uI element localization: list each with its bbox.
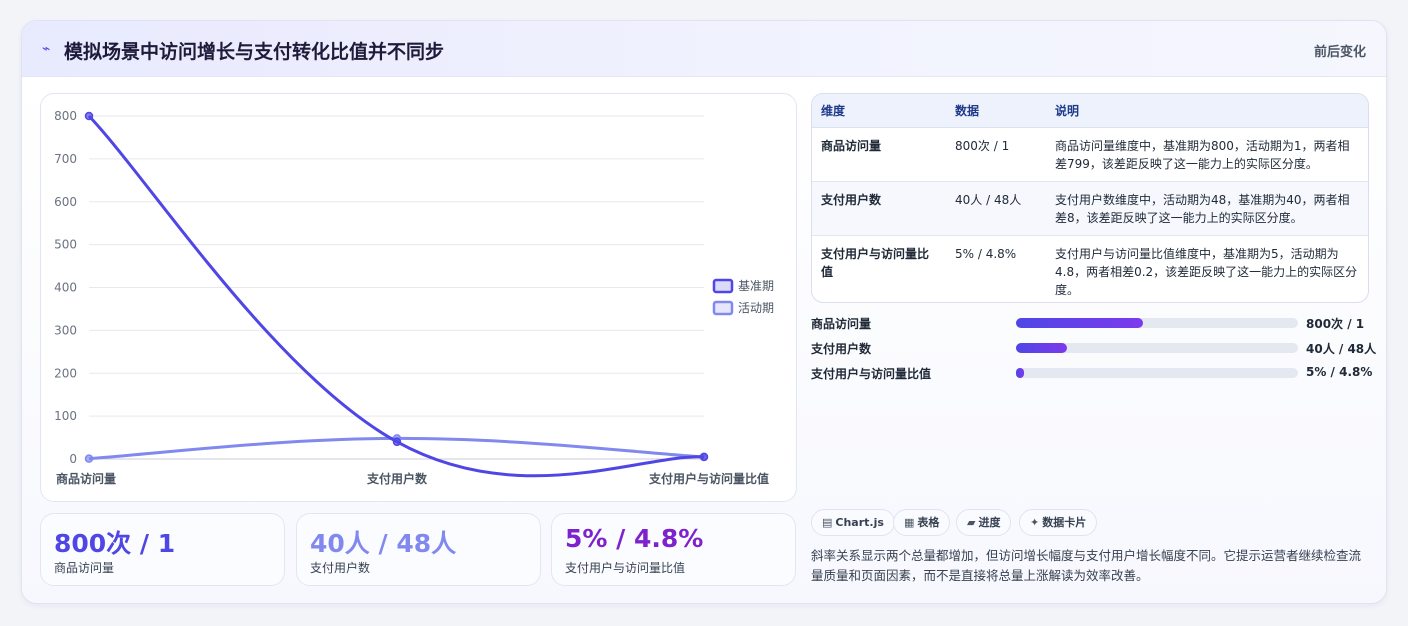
table-header-data: 数据: [946, 94, 1046, 128]
header-badge: 前后变化: [1313, 45, 1366, 60]
kpi-value: 5% / 4.8%: [565, 524, 704, 553]
tag-chartjs[interactable]: ▤ Chart.js: [811, 509, 895, 536]
progress-label: 商品访问量: [811, 317, 872, 331]
x-tick-label: 支付用户与访问量比值: [648, 471, 769, 486]
y-tick-label: 100: [54, 409, 77, 423]
kpi-label: 商品访问量: [54, 561, 115, 575]
series-line-baseline: [87, 114, 705, 478]
card-header: ⌁ 模拟场景中访问增长与支付转化比值并不同步 前后变化: [22, 21, 1386, 77]
table-header-dimension: 维度: [812, 94, 946, 128]
y-tick-label: 500: [54, 238, 77, 252]
y-tick-label: 0: [69, 452, 77, 466]
y-tick-label: 800: [54, 109, 77, 123]
kpi-label: 支付用户数: [310, 561, 371, 575]
table-row: 支付用户数 40人 / 48人 支付用户数维度中，活动期为48，基准期为40，两…: [812, 181, 1368, 236]
progress-fill: [1016, 343, 1067, 353]
table-header-description: 说明: [1046, 94, 1368, 128]
table-cell-data: 800次 / 1: [946, 127, 1046, 182]
y-tick-label: 200: [54, 366, 77, 380]
kpi-card-ratio: 5% / 4.8% 支付用户与访问量比值: [551, 513, 796, 586]
table-cell-dimension: 支付用户与访问量比值: [821, 246, 930, 279]
progress-icon: ▰: [967, 516, 976, 529]
kpi-value: 40人 / 48人: [310, 529, 457, 558]
table-cell-description: 商品访问量维度中，基准期为800，活动期为1，两者相差799，该差距反映了这一能…: [1046, 127, 1368, 182]
data-point: [699, 452, 709, 462]
summary-note: 斜率关系显示两个总量都增加，但访问增长幅度与支付用户增长幅度不同。它提示运营者继…: [811, 548, 1362, 583]
data-point: [392, 437, 402, 447]
y-tick-label: 400: [54, 281, 77, 295]
y-tick-label: 600: [54, 195, 77, 209]
table-cell-dimension: 商品访问量: [812, 127, 946, 182]
table-cell-description: 支付用户与访问量比值维度中，基准期为5，活动期为4.8，两者相差0.2，该差距反…: [1055, 246, 1358, 297]
line-chart: 0 100 200 300 400 500 600 700 800 商品访问量 支付用户数 支付用户与…: [40, 93, 797, 502]
progress-row-payers: 支付用户数 40人 / 48人: [811, 338, 1376, 358]
tag-label: 数据卡片: [1042, 516, 1087, 529]
table-cell-description: 支付用户数维度中，活动期为48，基准期为40，两者相差8，该差距反映了这一能力上…: [1046, 181, 1368, 236]
y-tick-label: 300: [54, 323, 77, 337]
progress-value: 5% / 4.8%: [1306, 365, 1373, 379]
x-tick-label: 支付用户数: [366, 471, 428, 486]
kpi-card-payers: 40人 / 48人 支付用户数: [296, 513, 541, 586]
data-point: [84, 454, 94, 463]
tag-table[interactable]: ▦ 表格: [893, 509, 951, 536]
progress-value: 800次 / 1: [1306, 317, 1365, 331]
legend-label: 基准期: [738, 279, 774, 293]
progress-track: [1016, 343, 1298, 353]
trend-icon: ⌁: [42, 41, 51, 57]
table-row: 商品访问量 800次 / 1 商品访问量维度中，基准期为800，活动期为1，两者…: [812, 127, 1368, 182]
progress-label: 支付用户数: [811, 342, 872, 356]
legend-swatch: [712, 278, 734, 294]
tag-label: 表格: [917, 516, 940, 529]
tag-data-card[interactable]: ✦ 数据卡片: [1019, 509, 1098, 536]
chart-canvas: 0 100 200 300 400 500 600 700 800 商品访问量 支付用户数 支付用户与…: [54, 109, 774, 486]
legend-swatch: [712, 300, 734, 316]
main-card: ⌁ 模拟场景中访问增长与支付转化比值并不同步 前后变化 0 100 200 300 40…: [21, 20, 1387, 604]
table-cell-data: 5% / 4.8%: [955, 246, 1017, 261]
progress-track: [1016, 318, 1298, 328]
table-icon: ▦: [904, 516, 915, 529]
legend-label: 活动期: [738, 301, 774, 315]
table-cell-data: 40人 / 48人: [946, 181, 1046, 236]
table-header-row: 维度 数据 说明: [812, 94, 1368, 128]
tag-label: Chart.js: [835, 516, 884, 529]
progress-value: 40人 / 48人: [1306, 342, 1377, 356]
data-table: 维度 数据 说明 商品访问量 800次 / 1 商品访问量维度中，基准期为800…: [811, 93, 1369, 303]
kpi-label: 支付用户与访问量比值: [565, 561, 686, 575]
progress-track: [1016, 368, 1298, 378]
page-title: 模拟场景中访问增长与支付转化比值并不同步: [64, 41, 445, 63]
progress-fill: [1016, 318, 1143, 328]
progress-fill: [1016, 368, 1025, 378]
kpi-value: 800次 / 1: [54, 529, 176, 558]
kpi-card-visits: 800次 / 1 商品访问量: [40, 513, 285, 586]
tag-progress[interactable]: ▰ 进度: [956, 509, 1012, 536]
tag-label: 进度: [978, 516, 1001, 529]
sparkle-icon: ✦: [1030, 516, 1040, 529]
progress-label: 支付用户与访问量比值: [811, 367, 932, 381]
chart-icon: ▤: [822, 516, 833, 529]
progress-row-ratio: 支付用户与访问量比值 5% / 4.8%: [811, 363, 1373, 383]
data-point: [84, 111, 94, 121]
progress-row-visits: 商品访问量 800次 / 1: [811, 313, 1371, 333]
table-cell-dimension: 支付用户数: [812, 181, 946, 236]
table-row: 支付用户与访问量比值 5% / 4.8% 支付用户与访问量比值维度中，基准期为5…: [812, 235, 1368, 302]
y-tick-label: 700: [54, 152, 77, 166]
x-tick-label: 商品访问量: [56, 471, 116, 486]
